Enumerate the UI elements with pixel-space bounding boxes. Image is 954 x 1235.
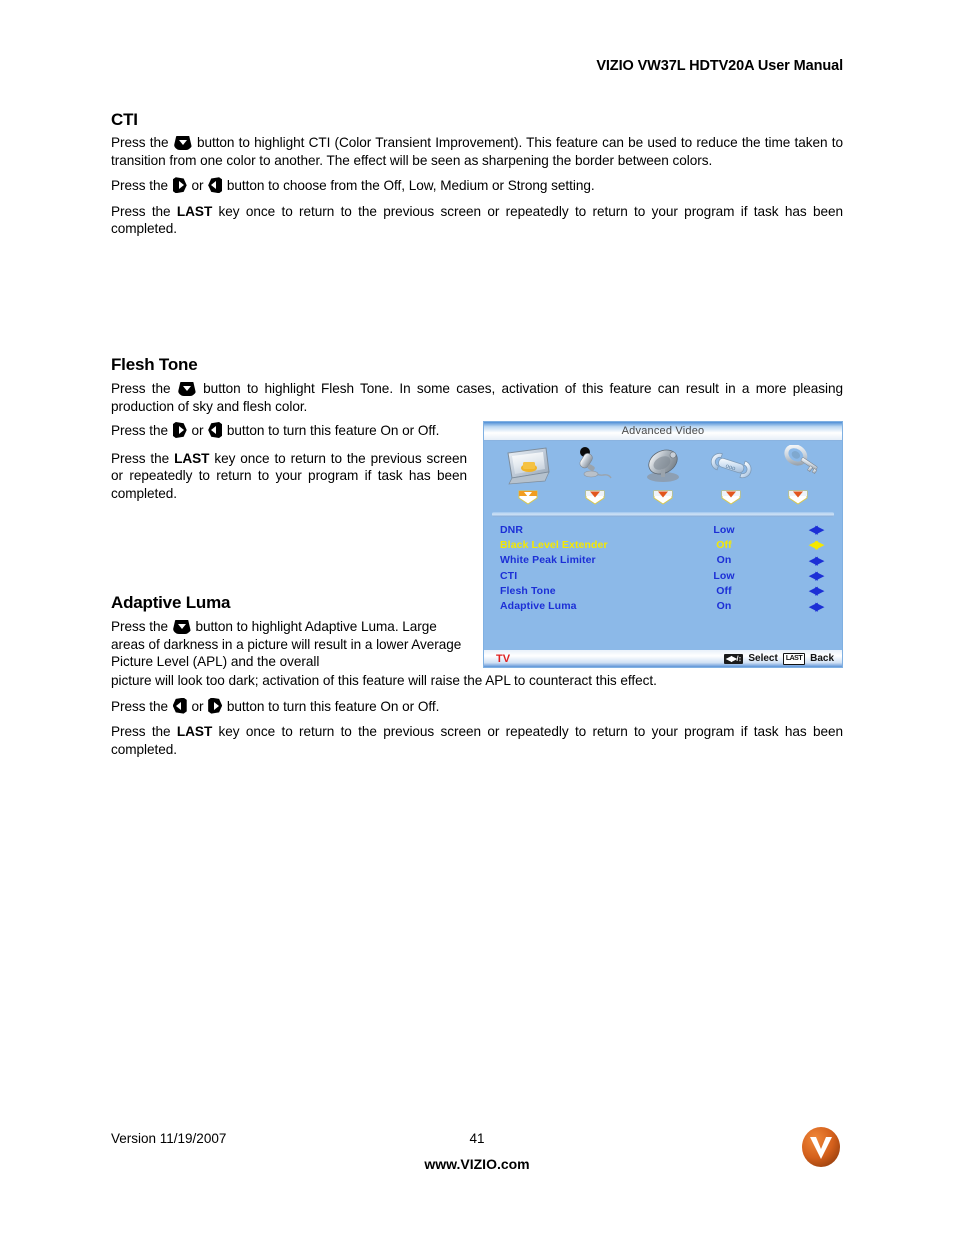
osd-setting-value: Low <box>713 523 735 536</box>
paragraph: Press the or button to turn this feature… <box>111 697 440 714</box>
osd-left-right-arrow-icon[interactable]: ◀▶ <box>773 554 834 567</box>
remote-right-key-icon <box>208 697 223 714</box>
osd-setting-row[interactable]: Black Level Extender Off ◀▶ <box>500 537 834 552</box>
osd-title-bar: Advanced Video <box>484 422 842 441</box>
osd-setting-label: CTI <box>500 569 518 582</box>
osd-left-right-arrow-icon[interactable]: ◀▶ <box>773 569 834 582</box>
osd-setting-value: On <box>716 554 732 567</box>
wrench-icon: ooo <box>705 445 757 487</box>
paragraph: Press the LAST key once to return to the… <box>111 450 467 501</box>
last-key-text: LAST <box>176 724 213 740</box>
osd-setting-value: Off <box>716 538 732 551</box>
osd-setting-row[interactable]: Flesh Tone Off ◀▶ <box>500 583 834 598</box>
paragraph: Press the or button to turn this feature… <box>111 422 440 438</box>
picture-screen-icon <box>502 445 554 487</box>
osd-left-right-arrow-icon[interactable]: ◀▶ <box>773 523 834 536</box>
last-keycap-icon: LAST <box>782 652 806 665</box>
vizio-badge-icon <box>720 489 742 505</box>
osd-setting-value: On <box>716 600 732 613</box>
flesh-tone-paragraphs: Press the or button to turn this feature… <box>111 422 467 502</box>
osd-screenshot-advanced-video: Advanced Video ooo DNR Low ◀▶ Black Leve… <box>483 421 843 668</box>
vizio-badge-icon <box>787 489 809 505</box>
paragraph: Press the or button to choose from the O… <box>111 177 595 194</box>
osd-source-label: TV <box>496 652 511 665</box>
osd-select-label: Select <box>748 653 778 664</box>
section-heading-adaptive-luma-wrap: Adaptive Luma <box>111 593 471 617</box>
paragraph: Press the button to highlight Adaptive L… <box>111 619 462 670</box>
flesh-tone-intro-paragraph: Press the button to highlight Flesh Tone… <box>111 380 843 415</box>
section-flesh-tone: Flesh Tone <box>111 355 467 379</box>
osd-hints: ◀▶/↕ Select LAST Back <box>723 652 834 665</box>
osd-setting-label: Flesh Tone <box>500 584 556 597</box>
remote-left-key-icon <box>208 177 223 194</box>
remote-left-key-icon <box>172 697 187 714</box>
satellite-dish-icon <box>637 445 689 487</box>
adaptive-luma-narrow-paragraph: Press the button to highlight Adaptive L… <box>111 618 471 671</box>
osd-setting-label: DNR <box>500 523 524 536</box>
manual-page: VIZIO VW37L HDTV20A User Manual CTI Pres… <box>0 0 954 1235</box>
paragraph: Press the button to highlight CTI (Color… <box>111 135 843 168</box>
osd-tab-setup[interactable]: ooo <box>700 445 762 511</box>
remote-down-key-icon <box>177 382 196 396</box>
vizio-badge-icon <box>584 489 606 505</box>
osd-back-label: Back <box>810 653 834 664</box>
remote-right-key-icon <box>172 422 187 438</box>
osd-setting-value: Low <box>713 569 735 582</box>
key-icon <box>772 444 824 487</box>
adaptive-luma-wide-paragraphs: picture will look too dark; activation o… <box>111 672 843 758</box>
osd-tab-tuner[interactable] <box>632 445 694 511</box>
osd-left-right-arrow-icon[interactable]: ◀▶ <box>773 600 834 613</box>
remote-down-key-icon <box>172 620 191 634</box>
last-key-text: LAST <box>174 450 210 466</box>
vizio-badge-icon <box>652 489 674 505</box>
vizio-logo <box>799 1125 843 1169</box>
section-body-cti: Press the button to highlight CTI (Color… <box>111 134 843 238</box>
remote-right-key-icon <box>172 177 187 194</box>
osd-setting-row[interactable]: White Peak Limiter On ◀▶ <box>500 553 834 568</box>
microphone-icon <box>569 445 621 487</box>
osd-settings-list: DNR Low ◀▶ Black Level Extender Off ◀▶ White P… <box>484 522 842 614</box>
osd-setting-label: Adaptive Luma <box>500 600 577 613</box>
osd-setting-row[interactable]: Adaptive Luma On ◀▶ <box>500 598 834 613</box>
osd-left-right-arrow-icon[interactable]: ◀▶ <box>773 584 834 597</box>
document-header: VIZIO VW37L HDTV20A User Manual <box>596 58 843 74</box>
osd-icon-row: ooo <box>484 441 842 511</box>
osd-tab-audio[interactable] <box>564 445 626 511</box>
last-key-text: LAST <box>176 203 213 219</box>
osd-setting-value: Off <box>716 584 732 597</box>
paragraph: picture will look too dark; activation o… <box>111 673 657 688</box>
paragraph: Press the LAST key once to return to the… <box>111 203 843 237</box>
osd-left-right-arrow-icon[interactable]: ◀▶ <box>773 538 834 551</box>
osd-tab-picture[interactable] <box>497 445 559 511</box>
nav-keycap-icon: ◀▶/↕ <box>723 653 744 664</box>
paragraph: Press the button to highlight Flesh Tone… <box>111 381 844 414</box>
section-heading-adaptive-luma: Adaptive Luma <box>111 593 231 612</box>
remote-down-key-icon <box>173 136 192 150</box>
section-heading-cti: CTI <box>111 110 138 129</box>
section-heading-flesh-tone: Flesh Tone <box>111 355 198 374</box>
osd-separator <box>492 512 834 517</box>
osd-tab-parental[interactable] <box>767 444 829 511</box>
osd-title: Advanced Video <box>621 425 705 437</box>
page-footer: Version 11/19/2007 41 www.VIZIO.com <box>0 1127 954 1191</box>
osd-setting-row[interactable]: CTI Low ◀▶ <box>500 568 834 583</box>
osd-setting-row[interactable]: DNR Low ◀▶ <box>500 522 834 537</box>
osd-footer: TV ◀▶/↕ Select LAST Back <box>484 650 842 667</box>
remote-left-key-icon <box>208 422 223 438</box>
osd-setting-label: White Peak Limiter <box>500 554 596 567</box>
osd-setting-label: Black Level Extender <box>500 538 608 551</box>
paragraph: Press the LAST key once to return to the… <box>111 724 843 757</box>
content-column: CTI Press the button to highlight CTI (C… <box>111 110 843 238</box>
vizio-badge-icon <box>517 489 539 505</box>
